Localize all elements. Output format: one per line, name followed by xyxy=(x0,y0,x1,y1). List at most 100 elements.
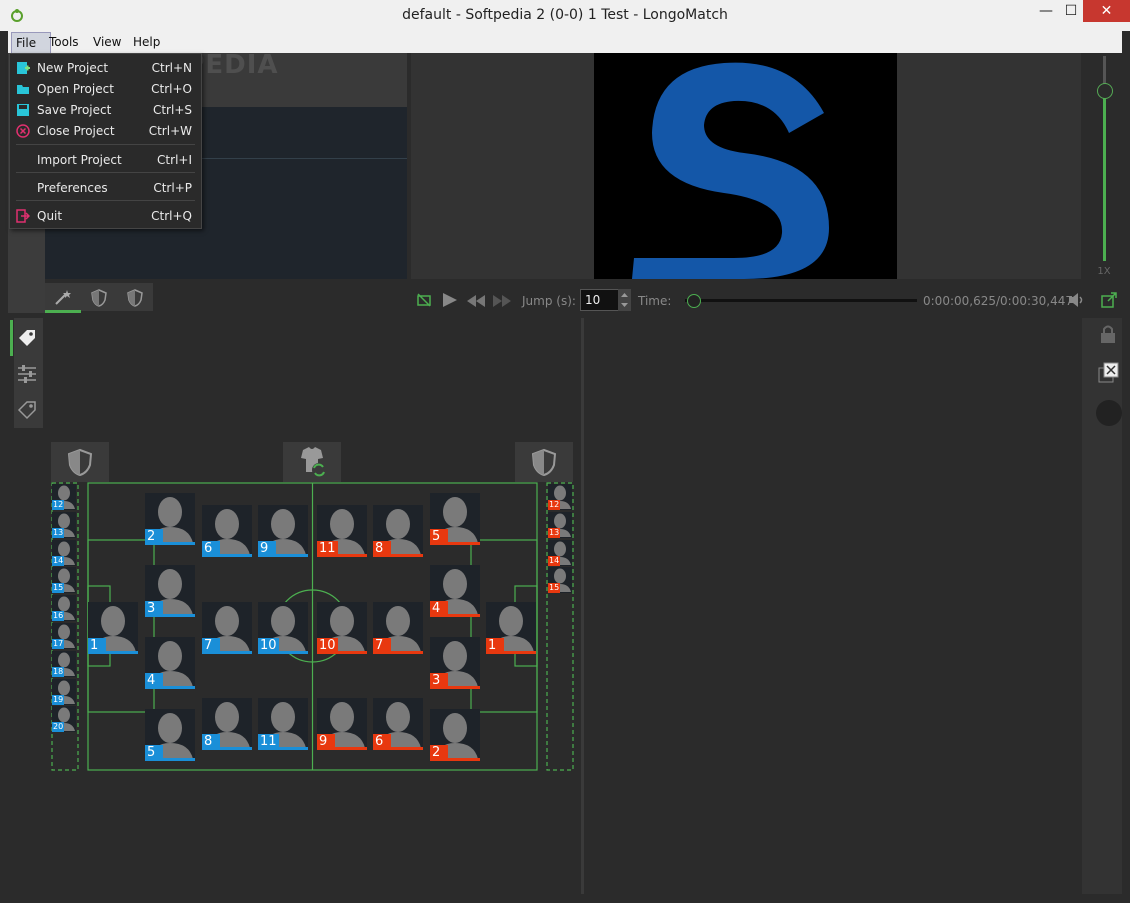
menu-file[interactable]: File xyxy=(11,32,51,54)
play-icon[interactable] xyxy=(441,292,459,308)
player-number: 16 xyxy=(52,611,65,622)
away-player[interactable]: 10 xyxy=(317,602,367,654)
tag-edit-icon[interactable] xyxy=(17,400,37,420)
home-substitute[interactable]: 17 xyxy=(52,623,76,649)
player-number: 5 xyxy=(145,745,163,761)
away-player[interactable]: 5 xyxy=(430,493,480,545)
player-number: 18 xyxy=(52,666,65,677)
rate-slider-handle[interactable] xyxy=(1097,83,1113,99)
player-number: 15 xyxy=(548,583,561,594)
home-substitute[interactable]: 20 xyxy=(52,706,76,733)
player-number: 6 xyxy=(202,541,220,557)
home-player[interactable]: 5 xyxy=(145,709,195,761)
sliders-icon[interactable] xyxy=(17,364,37,384)
menu-separator xyxy=(16,172,195,173)
tab-home-team[interactable] xyxy=(91,289,107,307)
player-number: 11 xyxy=(317,541,338,557)
player-number: 7 xyxy=(202,638,220,654)
away-substitute[interactable]: 14 xyxy=(548,539,572,566)
menu-item-save-project[interactable]: Save Project Ctrl+S xyxy=(10,100,201,120)
home-player[interactable]: 2 xyxy=(145,493,195,545)
draw-off-icon[interactable] xyxy=(416,292,432,308)
player-number: 4 xyxy=(430,601,448,617)
away-player[interactable]: 9 xyxy=(317,698,367,750)
home-substitute[interactable]: 18 xyxy=(52,650,76,677)
away-player[interactable]: 3 xyxy=(430,637,480,689)
save-icon xyxy=(17,104,29,116)
volume-icon[interactable] xyxy=(1068,292,1086,308)
away-player[interactable]: 11 xyxy=(317,505,367,557)
lock-icon[interactable] xyxy=(1097,323,1119,345)
timeline-handle[interactable] xyxy=(686,294,701,308)
quit-icon xyxy=(16,209,30,223)
away-player[interactable]: 1 xyxy=(486,602,536,654)
detach-icon[interactable] xyxy=(1101,292,1117,308)
player-number: 10 xyxy=(317,638,338,654)
player-number: 3 xyxy=(430,673,448,689)
away-player[interactable]: 8 xyxy=(373,505,423,557)
jump-label: Jump (s): xyxy=(522,294,576,308)
menu-tools[interactable]: Tools xyxy=(49,32,79,52)
away-player[interactable]: 6 xyxy=(373,698,423,750)
home-player[interactable]: 1 xyxy=(88,602,138,654)
tab-events[interactable] xyxy=(53,287,73,307)
home-player[interactable]: 4 xyxy=(145,637,195,689)
maximize-button[interactable]: ☐ xyxy=(1059,0,1083,22)
home-substitute[interactable]: 15 xyxy=(52,567,76,594)
menu-view[interactable]: View xyxy=(93,32,121,52)
fast-forward-icon[interactable] xyxy=(492,293,512,307)
time-label: Time: xyxy=(638,294,672,308)
player-number: 1 xyxy=(486,638,504,654)
record-icon[interactable] xyxy=(1096,400,1122,426)
menu-item-close-project[interactable]: Close Project Ctrl+W xyxy=(10,121,201,141)
menu-item-open-project[interactable]: Open Project Ctrl+O xyxy=(10,79,201,99)
rewind-icon[interactable] xyxy=(466,293,486,307)
minimize-button[interactable]: — xyxy=(1034,0,1058,22)
softpedia-logo-frame xyxy=(632,62,829,280)
player-number: 20 xyxy=(52,722,65,733)
jump-seconds-input[interactable]: 10 xyxy=(580,289,622,311)
tab-away-team[interactable] xyxy=(127,289,143,307)
tag-icon[interactable] xyxy=(17,328,37,348)
player-number: 14 xyxy=(52,555,65,566)
home-player[interactable]: 8 xyxy=(202,698,252,750)
home-substitute[interactable]: 14 xyxy=(52,539,76,566)
home-player[interactable]: 10 xyxy=(258,602,308,654)
close-window-button[interactable]: ✕ xyxy=(1083,0,1130,22)
new-project-icon xyxy=(17,62,30,74)
away-player[interactable]: 4 xyxy=(430,565,480,617)
jump-spinner[interactable] xyxy=(618,289,631,311)
shield-icon xyxy=(127,289,143,307)
home-substitute[interactable]: 16 xyxy=(52,595,76,622)
menu-item-import-project[interactable]: Import Project Ctrl+I xyxy=(10,150,201,170)
menu-item-quit[interactable]: Quit Ctrl+Q xyxy=(10,206,201,226)
rate-slider-fill xyxy=(1103,92,1106,261)
menu-item-new-project[interactable]: New Project Ctrl+N xyxy=(10,58,201,78)
home-player[interactable]: 7 xyxy=(202,602,252,654)
home-substitute[interactable]: 19 xyxy=(52,678,76,705)
player-number: 8 xyxy=(373,541,391,557)
home-player[interactable]: 6 xyxy=(202,505,252,557)
video-frame[interactable] xyxy=(594,53,897,280)
active-tab-indicator xyxy=(45,310,81,313)
home-player[interactable]: 11 xyxy=(258,698,308,750)
home-player[interactable]: 3 xyxy=(145,565,195,617)
away-substitute[interactable]: 12 xyxy=(548,484,572,510)
home-player[interactable]: 9 xyxy=(258,505,308,557)
away-substitute[interactable]: 15 xyxy=(548,567,572,594)
player-number: 2 xyxy=(145,529,163,545)
away-player[interactable]: 2 xyxy=(430,709,480,761)
away-substitute[interactable]: 13 xyxy=(548,511,572,538)
menu-item-preferences[interactable]: Preferences Ctrl+P xyxy=(10,178,201,198)
player-number: 6 xyxy=(373,734,391,750)
away-player[interactable]: 7 xyxy=(373,602,423,654)
home-substitute[interactable]: 13 xyxy=(52,511,76,538)
player-number: 17 xyxy=(52,639,65,649)
timeline-slider[interactable] xyxy=(685,299,917,302)
player-number: 13 xyxy=(548,527,561,538)
menu-help[interactable]: Help xyxy=(133,32,160,52)
player-number: 7 xyxy=(373,638,391,654)
close-box-icon[interactable] xyxy=(1098,362,1120,384)
open-folder-icon xyxy=(17,85,29,94)
home-substitute[interactable]: 12 xyxy=(52,484,76,510)
